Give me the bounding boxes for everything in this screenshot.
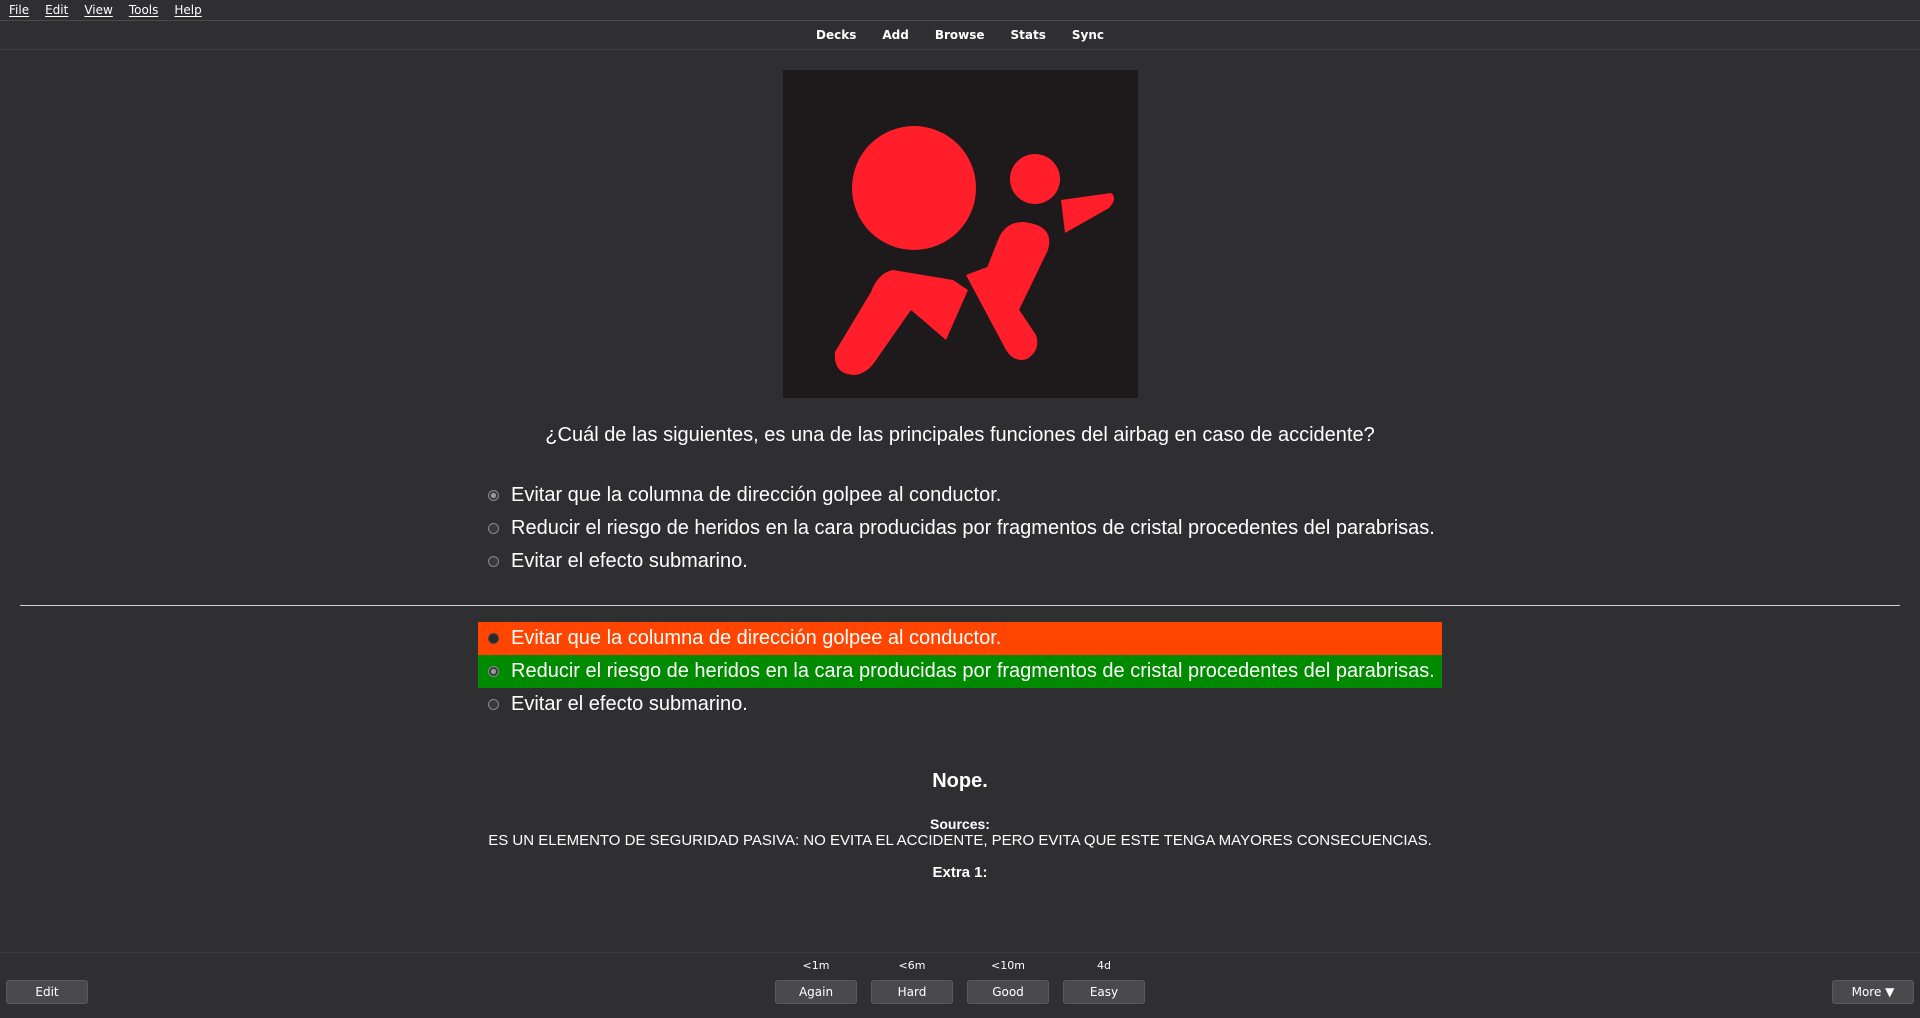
option-label: Reducir el riesgo de heridos en la cara … xyxy=(511,517,1435,539)
option-label: Evitar que la columna de dirección golpe… xyxy=(511,627,1002,649)
good-button[interactable]: Good xyxy=(967,980,1049,1004)
answer-divider xyxy=(20,605,1900,606)
question-option[interactable]: Evitar que la columna de dirección golpe… xyxy=(478,479,1442,512)
menu-file[interactable]: File xyxy=(0,3,36,17)
menu-help[interactable]: Help xyxy=(165,3,208,17)
option-label: Reducir el riesgo de heridos en la cara … xyxy=(511,660,1435,682)
radio-icon[interactable] xyxy=(488,556,499,567)
verdict-text: Nope. xyxy=(932,770,988,792)
bottom-bar xyxy=(0,952,1920,1018)
interval-again: <1m xyxy=(802,959,830,972)
radio-icon xyxy=(488,633,499,644)
option-label: Evitar que la columna de dirección golpe… xyxy=(511,484,1002,506)
nav-sync[interactable]: Sync xyxy=(1072,28,1104,42)
nav-decks[interactable]: Decks xyxy=(816,28,856,42)
extra-label: Extra 1: xyxy=(932,864,988,881)
answer-option-correct: Reducir el riesgo de heridos en la cara … xyxy=(478,655,1442,688)
again-button[interactable]: Again xyxy=(775,980,857,1004)
question-option[interactable]: Reducir el riesgo de heridos en la cara … xyxy=(478,512,1442,545)
interval-hard: <6m xyxy=(898,959,926,972)
answer-options: Evitar que la columna de dirección golpe… xyxy=(478,622,1442,721)
nav-stats[interactable]: Stats xyxy=(1011,28,1046,42)
more-button[interactable]: More ▼ xyxy=(1832,980,1914,1004)
airbag-warning-icon xyxy=(783,70,1138,398)
option-label: Evitar el efecto submarino. xyxy=(511,550,748,572)
menu-edit[interactable]: Edit xyxy=(36,3,75,17)
menu-tools[interactable]: Tools xyxy=(120,3,166,17)
interval-easy: 4d xyxy=(1097,959,1111,972)
option-label: Evitar el efecto submarino. xyxy=(511,693,748,715)
nav-browse[interactable]: Browse xyxy=(935,28,985,42)
easy-button[interactable]: Easy xyxy=(1063,980,1145,1004)
answer-option: Evitar el efecto submarino. xyxy=(478,688,1442,721)
hard-button[interactable]: Hard xyxy=(871,980,953,1004)
top-nav: Decks Add Browse Stats Sync xyxy=(0,21,1920,50)
radio-icon[interactable] xyxy=(488,490,499,501)
sources-label: Sources: xyxy=(930,816,990,832)
interval-good: <10m xyxy=(991,959,1025,972)
nav-add[interactable]: Add xyxy=(882,28,908,42)
question-option[interactable]: Evitar el efecto submarino. xyxy=(478,545,1442,578)
question-options: Evitar que la columna de dirección golpe… xyxy=(478,479,1442,578)
menu-view[interactable]: View xyxy=(75,3,119,17)
airbag-warning-graphic xyxy=(834,126,1115,375)
radio-icon[interactable] xyxy=(488,523,499,534)
answer-option-wrong: Evitar que la columna de dirección golpe… xyxy=(478,622,1442,655)
menu-bar: File Edit View Tools Help xyxy=(0,0,1920,21)
card-question: ¿Cuál de las siguientes, es una de las p… xyxy=(545,424,1375,446)
sources-text: ES UN ELEMENTO DE SEGURIDAD PASIVA: NO E… xyxy=(488,832,1432,849)
edit-button[interactable]: Edit xyxy=(6,980,88,1004)
radio-icon xyxy=(488,699,499,710)
radio-icon xyxy=(488,666,499,677)
